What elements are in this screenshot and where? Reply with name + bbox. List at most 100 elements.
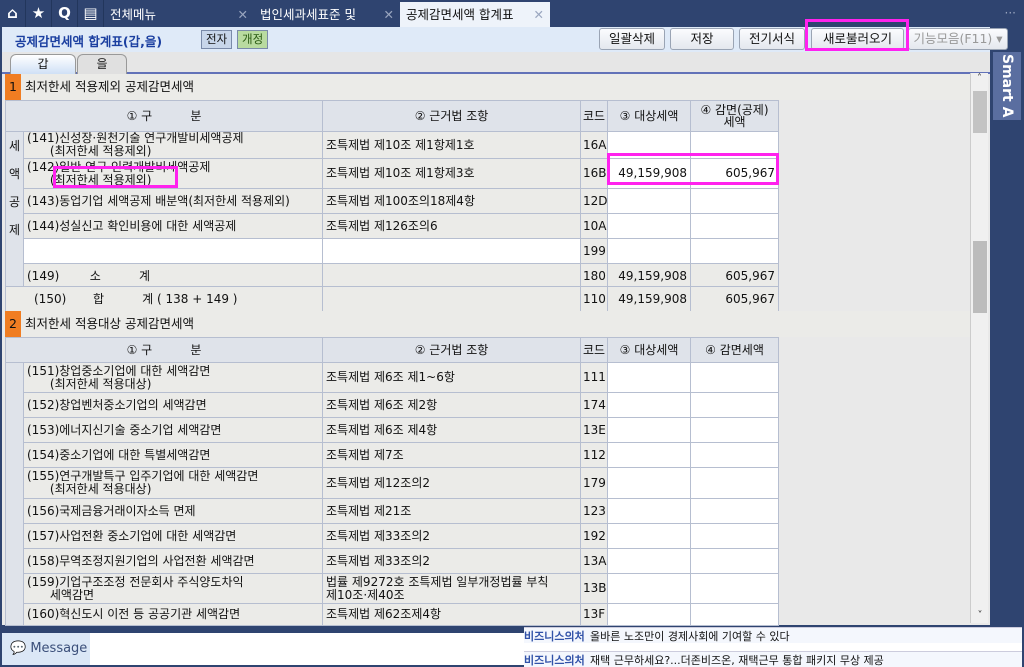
row-amount-input[interactable] [690,548,779,574]
row-law: 조특제법 제33조의2 [322,523,581,549]
table-row: (155)연구개발특구 입주기업에 대한 세액감면 (최저한세 적용대상) 조특제… [6,467,779,499]
tab-corporate-tax[interactable]: 법인세과세표준 및 ✕ [254,2,400,27]
row-law: 조특제법 제62조제4항 [322,603,581,626]
row-name: (143)동업기업 세액공제 배분액(최저한세 적용제외) [23,188,323,214]
news-item[interactable]: 비즈니스의처 올바른 노조만이 경제사회에 기여할 수 있다 [524,627,1022,643]
table-row: 199 [6,238,779,264]
scroll-down-icon[interactable]: ˅ [971,610,989,621]
row-law: 조특제법 제10조 제1항제3호 [322,158,581,189]
row-amount-input[interactable] [690,467,779,499]
row-name: (160)혁신도시 이전 등 공공기관 세액감면 [23,603,323,626]
home-icon[interactable]: ⌂ [0,0,26,27]
close-icon[interactable]: ✕ [534,2,544,27]
revised-badge[interactable]: 개정 [237,30,269,49]
smart-a-panel[interactable]: Smart A [993,52,1021,120]
row-name: (152)창업벤처중소기업의 세액감면 [23,392,323,418]
total-target: 49,159,908 [607,286,691,312]
previous-form-button[interactable]: 전기서식 [739,28,805,50]
functions-dropdown[interactable]: 기능모음(F11) ▾ [908,28,1008,50]
save-button[interactable]: 저장 [670,28,734,50]
table-row: (158)무역조정지원기업의 사업전환 세액감면 조특제법 제33조의2 13A [6,548,779,574]
calendar-icon[interactable]: ▤ [78,0,104,27]
row-target-input[interactable] [607,392,691,418]
total-law [322,286,581,312]
row-target-input[interactable] [607,548,691,574]
row-target-input[interactable] [607,213,691,239]
total-code: 110 [580,286,608,312]
star-icon[interactable]: ★ [26,0,52,27]
tab-deduction-summary[interactable]: 공제감면세액 합계표 ✕ [400,2,550,27]
row-law: 조특제법 제33조의2 [322,548,581,574]
electronic-badge[interactable]: 전자 [201,30,233,49]
row-amount-input[interactable] [690,188,779,214]
row-law: 조특제법 제6조 제2항 [322,392,581,418]
row-law: 조특제법 제6조 제4항 [322,417,581,443]
row-code: 199 [580,238,608,264]
news-tag: 비즈니스의처 [524,630,585,643]
close-icon[interactable]: ✕ [384,2,394,27]
row-name: (159)기업구조조정 전문회사 주식양도차익 세액감면 [23,573,323,604]
row-code: 13A [580,548,608,574]
scroll-up-icon[interactable]: ˄ [971,73,988,84]
row-amount-input[interactable] [690,392,779,418]
row-law[interactable] [322,238,581,264]
highlight-box [805,19,909,51]
section-number: 2 [5,311,21,337]
row-law: 조특제법 제10조 제1항제1호 [322,131,581,159]
row-target-input[interactable] [607,603,691,626]
tab-gap[interactable]: 갑 [10,54,76,74]
col-category: ① 구 분 [5,337,323,363]
delete-all-button[interactable]: 일괄삭제 [599,28,665,50]
row-code: 174 [580,392,608,418]
row-code: 13E [580,417,608,443]
row-amount-input[interactable] [690,603,779,626]
row-amount-input[interactable] [690,238,779,264]
row-target-input[interactable] [607,467,691,499]
row-code: 13B [580,573,608,604]
row-target-input[interactable] [607,573,691,604]
more-icon[interactable]: ··· [1005,6,1016,20]
row-law: 조특제법 제126조의6 [322,213,581,239]
row-amount-input[interactable] [690,498,779,524]
total-amount: 605,967 [690,286,779,312]
scroll-thumb-2[interactable] [973,241,987,313]
vertical-scrollbar[interactable]: ˄ ˅ [970,73,988,623]
row-amount-input[interactable] [690,442,779,468]
section1-table: ① 구 분 ② 근거법 조항 코드 ③ 대상세액 ④ 감면(공제) 세액 세 액… [5,100,779,289]
side-label [5,362,24,626]
row-target-input[interactable] [607,188,691,214]
highlight-box [53,166,178,188]
row-name: (156)국제금융거래이자소득 면제 [23,498,323,524]
section-number: 1 [5,74,21,100]
tab-eul[interactable]: 을 [77,54,127,74]
scroll-thumb[interactable] [973,91,987,133]
row-code: 180 [580,263,608,289]
row-name: (141)신성장·원천기술 연구개발비세액공제 (최저한세 적용제외) [23,131,323,159]
row-amount-input[interactable] [690,523,779,549]
highlight-box [607,153,779,185]
message-button[interactable]: 💬 Message [2,633,90,665]
search-q-icon[interactable]: Q [52,0,78,27]
row-amount-input[interactable] [690,417,779,443]
row-amount-input[interactable] [690,362,779,393]
row-target-input[interactable] [607,362,691,393]
row-name[interactable] [23,238,323,264]
table-row: (144)성실신고 확인비용에 대한 세액공제 조특제법 제126조의6 10A [6,213,779,239]
news-text: 올바른 노조만이 경제사회에 기여할 수 있다 [590,630,790,643]
row-target-input[interactable] [607,523,691,549]
row-code: 192 [580,523,608,549]
row-target-input[interactable] [607,498,691,524]
row-target-input[interactable] [607,417,691,443]
section-title: 최저한세 적용제외 공제감면세액 [25,79,194,94]
close-icon[interactable]: ✕ [238,2,248,27]
row-amount-input[interactable] [690,573,779,604]
news-item[interactable]: 비즈니스의처 재택 근무하세요?...더존비즈온, 재택근무 통합 패키지 무상 … [524,651,1022,667]
tab-label: 공제감면세액 합계표 [406,7,514,22]
row-target-input[interactable] [607,442,691,468]
page-title: 공제감면세액 합계표(갑,을) [15,34,163,49]
row-amount-input[interactable] [690,213,779,239]
row-target-input[interactable] [607,238,691,264]
chat-icon: 💬 [10,641,27,656]
table-row: (156)국제금융거래이자소득 면제 조특제법 제21조 123 [6,498,779,524]
tab-full-menu[interactable]: 전체메뉴 ✕ [104,2,254,27]
